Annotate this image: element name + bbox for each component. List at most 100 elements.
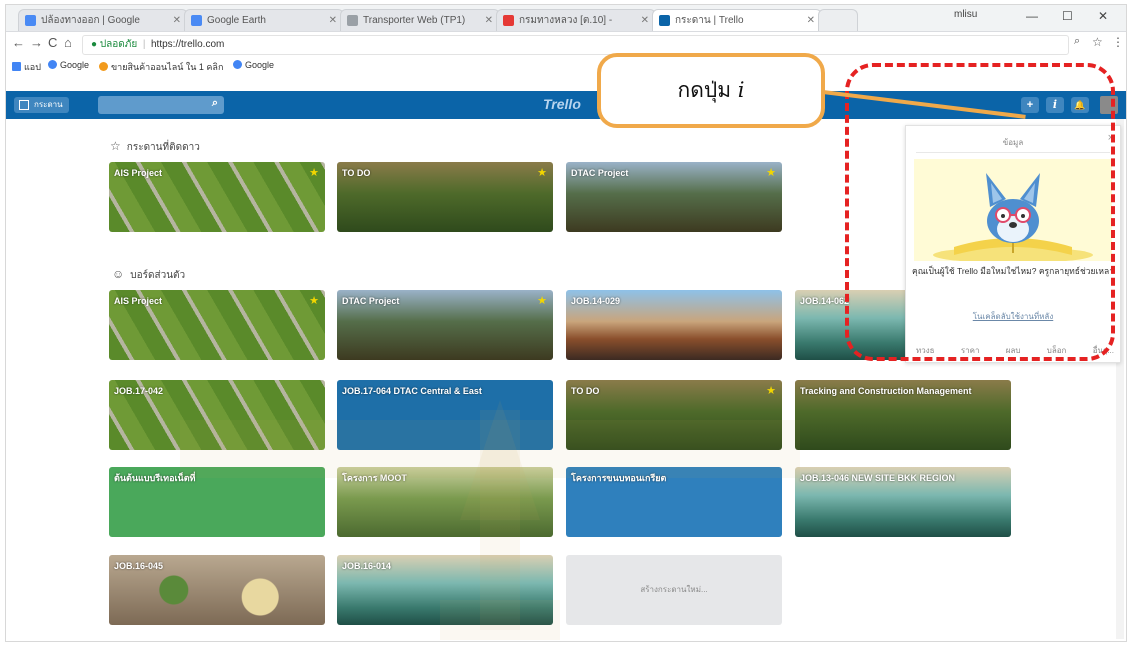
maximize-button[interactable]: ☐	[1062, 9, 1073, 23]
google-earth-favicon-icon	[191, 15, 202, 26]
close-icon[interactable]: ✕	[485, 10, 493, 31]
close-icon[interactable]: ✕	[173, 10, 181, 31]
board-tile-todo[interactable]: TO DO ★	[566, 380, 782, 450]
page-favicon-icon	[347, 15, 358, 26]
create-board-tile[interactable]: สร้างกระดานใหม่...	[566, 555, 782, 625]
board-tile-todo-starred[interactable]: TO DO ★	[337, 162, 553, 232]
board-tile-ais-starred[interactable]: AIS Project ★	[109, 162, 325, 232]
star-icon[interactable]: ★	[766, 166, 776, 179]
bookmark-label: Google	[245, 60, 275, 70]
tab-label: Transporter Web (TP1)	[363, 15, 466, 26]
board-name: TO DO	[342, 168, 371, 178]
shop-icon	[99, 62, 108, 71]
back-arrow-icon[interactable]: ←	[12, 35, 25, 50]
board-tile-tracking[interactable]: Tracking and Construction Management	[795, 380, 1011, 450]
address-bar[interactable]: ● ปลอดภัย | https://trello.com	[82, 35, 1069, 55]
forward-arrow-icon[interactable]: →	[30, 35, 43, 50]
boards-icon	[19, 100, 29, 110]
board-name: DTAC Project	[342, 296, 400, 306]
board-name: โครงการขนบทอนเกรียต	[571, 473, 667, 483]
tab-strip: ปล้องทางออก | Google ✕ Google Earth ✕ Tran…	[6, 5, 1126, 32]
google-favicon-icon	[25, 15, 36, 26]
board-tile-job-17-042[interactable]: JOB.17-042	[109, 380, 325, 450]
board-name: TO DO	[571, 386, 600, 396]
menu-dots-icon[interactable]: ⋮	[1112, 35, 1124, 49]
bookmark-google-2[interactable]: Google	[233, 60, 274, 70]
board-name: JOB.13-046 NEW SITE BKK REGION	[800, 473, 956, 483]
close-window-button[interactable]: ✕	[1098, 9, 1108, 23]
bookmark-shop[interactable]: ขายสินค้าออนไลน์ ใน 1 คลิก	[99, 60, 223, 74]
bookmark-label: ขายสินค้าออนไลน์ ใน 1 คลิก	[111, 62, 224, 72]
board-tile-job-16-014[interactable]: JOB.16-014	[337, 555, 553, 625]
board-tile-dtac-starred[interactable]: DTAC Project ★	[566, 162, 782, 232]
tab-google-earth[interactable]: Google Earth ✕	[184, 9, 344, 31]
apps-grid-icon	[12, 62, 21, 71]
board-tile-project[interactable]: โครงการขนบทอนเกรียต	[566, 467, 782, 537]
trello-favicon-icon	[659, 15, 670, 26]
close-icon[interactable]: ✕	[641, 10, 649, 31]
trello-logo[interactable]: Trello	[543, 96, 581, 112]
board-name: ต้นต้นแบบรีเทอเน็ตที่	[114, 473, 196, 483]
section-label: บอร์ดส่วนตัว	[130, 270, 186, 281]
bookmark-apps[interactable]: แอป	[12, 60, 41, 74]
bookmark-label: แอป	[24, 62, 41, 72]
bookmark-label: Google	[60, 60, 90, 70]
board-name: JOB.14-029	[571, 296, 621, 306]
personal-boards-heading: ☺ บอร์ดส่วนตัว	[112, 267, 185, 283]
star-icon[interactable]: ★	[309, 166, 319, 179]
board-name: AIS Project	[114, 296, 163, 306]
person-icon: ☺	[112, 267, 125, 281]
zoom-icon[interactable]: ⌕	[1074, 35, 1080, 48]
board-tile-ais[interactable]: AIS Project ★	[109, 290, 325, 360]
board-name: โครงการ MOOT	[342, 473, 407, 483]
new-tab-button[interactable]	[818, 9, 858, 31]
star-icon[interactable]: ★	[309, 294, 319, 307]
board-name: AIS Project	[114, 168, 163, 178]
board-tile-job-14-029[interactable]: JOB.14-029	[566, 290, 782, 360]
tab-google-search[interactable]: ปล้องทางออก | Google ✕	[18, 9, 188, 31]
lock-icon: ●	[91, 39, 98, 50]
board-tile-green[interactable]: ต้นต้นแบบรีเทอเน็ตที่	[109, 467, 325, 537]
board-name: JOB.17-064 DTAC Central & East	[342, 386, 482, 396]
boards-button-label: กระดาน	[34, 100, 63, 109]
window-user-label: mlisu	[954, 9, 978, 20]
security-label: ปลอดภัย	[99, 39, 138, 50]
starred-boards-heading: ☆ กระดานที่ติดดาว	[110, 139, 200, 155]
url-text: https://trello.com	[150, 39, 225, 50]
instruction-callout: กดปุ่ม i	[597, 53, 825, 128]
section-label: กระดานที่ติดดาว	[126, 142, 200, 153]
star-icon[interactable]: ★	[537, 166, 547, 179]
home-icon[interactable]: ⌂	[64, 35, 72, 50]
star-icon[interactable]: ★	[537, 294, 547, 307]
tab-doh[interactable]: กรมทางหลวง [ต.10] - ✕	[496, 9, 656, 31]
tab-transporter[interactable]: Transporter Web (TP1) ✕	[340, 9, 500, 31]
tab-label: Google Earth	[207, 15, 266, 26]
board-tile-job-16-045[interactable]: JOB.16-045	[109, 555, 325, 625]
star-icon[interactable]: ★	[766, 384, 776, 397]
bookmark-google[interactable]: Google	[48, 60, 89, 70]
minimize-button[interactable]: —	[1026, 9, 1038, 23]
create-board-label: สร้างกระดานใหม่...	[640, 585, 708, 594]
boards-button[interactable]: กระดาน	[14, 97, 69, 113]
tab-label: กระดาน | Trello	[675, 15, 744, 26]
tab-trello[interactable]: กระดาน | Trello ✕	[652, 9, 822, 31]
google-g-icon	[233, 60, 242, 69]
board-tile-moot[interactable]: โครงการ MOOT	[337, 467, 553, 537]
tab-label: ปล้องทางออก | Google	[41, 15, 140, 26]
callout-text: กดปุ่ม	[677, 78, 732, 102]
highlight-dashed-outline	[845, 63, 1115, 361]
board-tile-job-17-064[interactable]: JOB.17-064 DTAC Central & East	[337, 380, 553, 450]
board-tile-dtac[interactable]: DTAC Project ★	[337, 290, 553, 360]
search-input[interactable]: ⌕	[98, 96, 224, 114]
board-name: JOB.17-042	[114, 386, 164, 396]
star-bookmark-icon[interactable]: ☆	[1092, 35, 1103, 49]
close-icon[interactable]: ✕	[329, 10, 337, 31]
board-tile-job-13-046[interactable]: JOB.13-046 NEW SITE BKK REGION	[795, 467, 1011, 537]
board-name: DTAC Project	[571, 168, 629, 178]
separator: |	[140, 39, 149, 50]
close-icon[interactable]: ✕	[807, 10, 815, 31]
callout-italic-i: i	[737, 78, 745, 102]
board-name: JOB.16-045	[114, 561, 164, 571]
star-outline-icon: ☆	[110, 139, 121, 153]
reload-icon[interactable]: C	[48, 35, 57, 50]
